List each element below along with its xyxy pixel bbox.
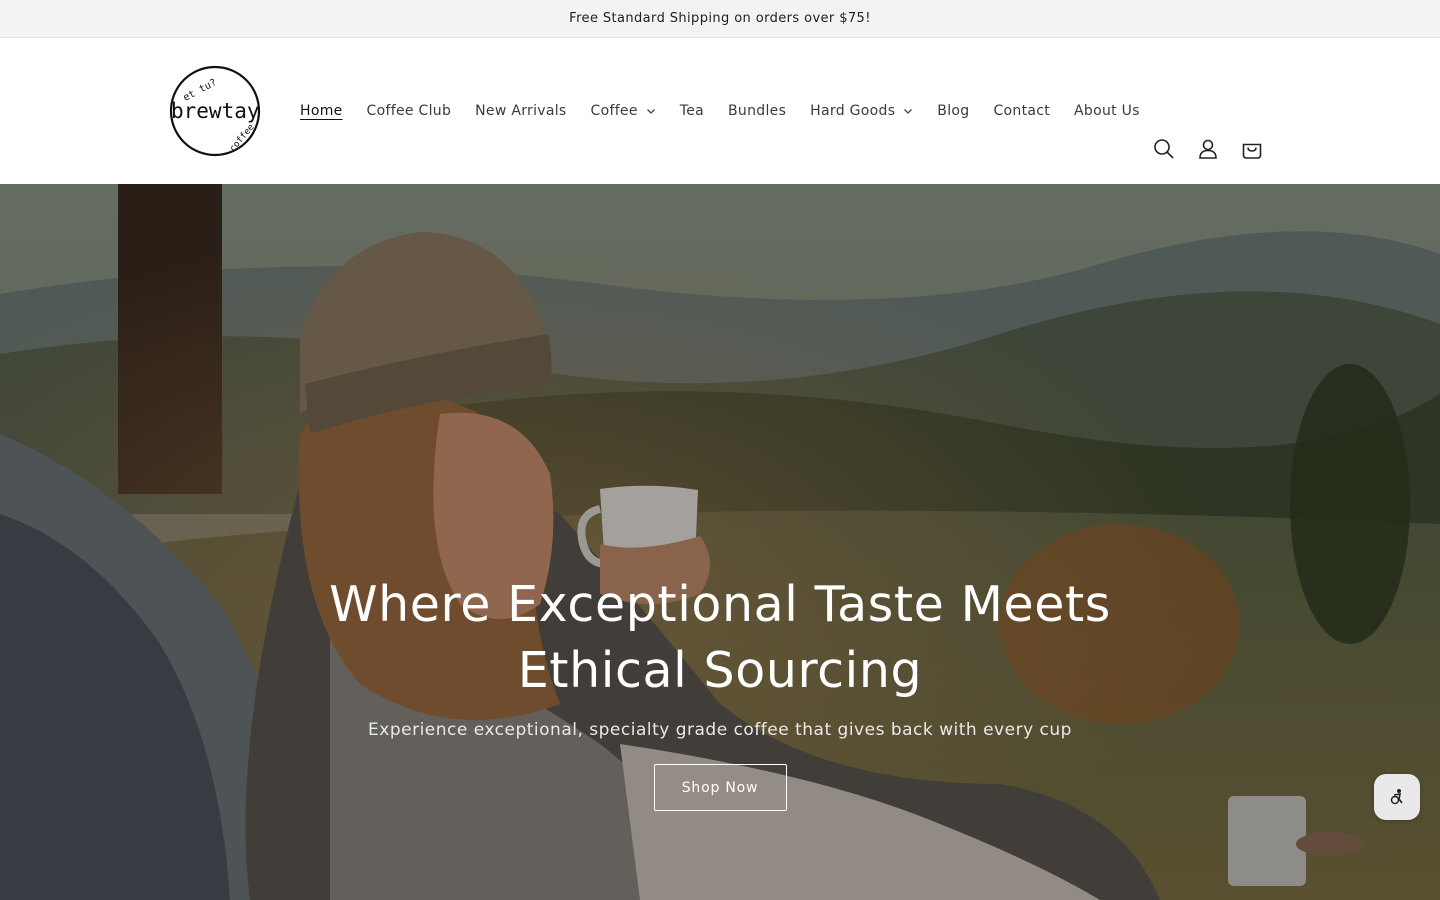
nav-label: Coffee Club [366, 103, 452, 119]
account-button[interactable] [1186, 127, 1230, 171]
cart-icon [1242, 143, 1262, 159]
search-icon [1154, 139, 1174, 159]
hero-banner: Where Exceptional Taste Meets Ethical So… [0, 184, 1440, 900]
nav-item-new-arrivals[interactable]: New Arrivals [463, 103, 578, 119]
main-nav: Home Coffee Club New Arrivals Coffee Tea… [288, 38, 1152, 184]
cart-button[interactable] [1230, 127, 1274, 171]
header-icons [1142, 127, 1274, 171]
nav-item-blog[interactable]: Blog [925, 103, 981, 119]
nav-label: Blog [937, 103, 970, 119]
hero-subtitle: Experience exceptional, specialty grade … [368, 720, 1072, 740]
search-button[interactable] [1142, 127, 1186, 171]
nav-label: Hard Goods [810, 103, 896, 119]
nav-item-about-us[interactable]: About Us [1062, 103, 1152, 119]
nav-label: Bundles [728, 103, 787, 119]
chevron-down-icon [646, 109, 655, 114]
nav-item-coffee-club[interactable]: Coffee Club [355, 103, 464, 119]
site-header: brewtay et tu? coffee Home Coffee Club N… [0, 38, 1440, 184]
logo-bottom-text: coffee [228, 123, 257, 154]
nav-label: Tea [679, 103, 705, 119]
announcement-text: Free Standard Shipping on orders over $7… [569, 11, 871, 26]
nav-label: Home [300, 103, 343, 119]
announcement-bar: Free Standard Shipping on orders over $7… [0, 0, 1440, 38]
account-icon [1199, 139, 1217, 159]
brand-logo[interactable]: brewtay et tu? coffee [168, 64, 262, 158]
accessibility-icon [1390, 789, 1403, 805]
nav-item-bundles[interactable]: Bundles [716, 103, 798, 119]
nav-item-tea[interactable]: Tea [668, 103, 716, 119]
hero-title: Where Exceptional Taste Meets Ethical So… [329, 576, 1111, 699]
nav-item-contact[interactable]: Contact [981, 103, 1062, 119]
nav-label: About Us [1074, 103, 1140, 119]
shop-now-button[interactable]: Shop Now [653, 764, 787, 811]
accessibility-widget-button[interactable] [1374, 774, 1420, 820]
logo-circle-icon: brewtay et tu? coffee [169, 65, 261, 157]
nav-label: Contact [993, 103, 1051, 119]
nav-item-home[interactable]: Home [288, 103, 355, 119]
nav-item-hard-goods[interactable]: Hard Goods [798, 103, 925, 119]
chevron-down-icon [904, 109, 913, 114]
logo-brand-text: brewtay [171, 99, 260, 123]
hero-content: Where Exceptional Taste Meets Ethical So… [0, 572, 1440, 811]
nav-label: New Arrivals [475, 103, 567, 119]
nav-label: Coffee [590, 103, 638, 119]
nav-item-coffee[interactable]: Coffee [579, 103, 668, 119]
